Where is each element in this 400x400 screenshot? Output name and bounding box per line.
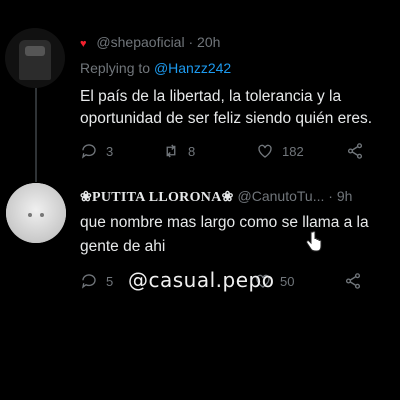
tweet-text-line: que nombre mas largo como se llama a la <box>80 214 369 231</box>
share-button[interactable] <box>344 272 362 290</box>
tweet-header: ♥ @shepaoficial · 20h <box>80 34 220 50</box>
watermark: @casual.pepo <box>128 268 275 292</box>
like-count: 50 <box>280 273 295 289</box>
separator: · <box>328 188 333 204</box>
reply-button[interactable]: 3 <box>80 142 128 160</box>
timestamp[interactable]: 9h <box>337 188 353 204</box>
avatar[interactable] <box>5 28 65 88</box>
retweet-icon <box>166 144 176 158</box>
tweet-text-line: oportunidad de ser feliz siendo quién er… <box>80 110 373 127</box>
timestamp[interactable]: 20h <box>197 34 220 50</box>
share-button[interactable] <box>346 142 364 160</box>
reply-button[interactable]: 5 <box>80 272 128 290</box>
share-icon <box>347 143 363 159</box>
retweet-button[interactable]: 8 <box>162 142 264 160</box>
user-handle[interactable]: @CanutoTu... <box>238 188 325 204</box>
retweet-count: 8 <box>188 143 196 159</box>
reply-icon <box>81 274 96 289</box>
hand-cursor-icon <box>306 230 322 252</box>
heart-icon: ♥ <box>80 38 87 50</box>
avatar-eye <box>28 213 32 217</box>
reply-count: 3 <box>106 143 114 159</box>
display-name[interactable]: ❀PUTITA LLORONA❀ <box>80 190 234 205</box>
replying-to: Replying to @Hanzz242 <box>80 60 231 76</box>
reply-icon <box>81 144 96 159</box>
separator: · <box>188 34 194 50</box>
avatar[interactable] <box>6 183 66 243</box>
avatar-face <box>6 183 66 243</box>
tweet-actions: 3 8 182 <box>80 142 364 160</box>
replying-label: Replying to <box>80 60 151 76</box>
share-icon <box>345 273 361 289</box>
like-button[interactable]: 182 <box>256 142 336 160</box>
like-icon <box>258 144 272 158</box>
tweet-text-line: gente de ahi <box>80 238 166 255</box>
mention-link[interactable]: @Hanzz242 <box>154 60 231 76</box>
like-count: 182 <box>282 143 304 159</box>
avatar-eye <box>40 213 44 217</box>
thread-connector <box>35 88 37 182</box>
avatar-figure <box>19 40 51 80</box>
tweet-header: ❀PUTITA LLORONA❀ @CanutoTu... · 9h <box>80 188 352 206</box>
tweet-text-line: El país de la libertad, la tolerancia y … <box>80 88 342 105</box>
reply-count: 5 <box>106 273 114 289</box>
user-handle[interactable]: @shepaoficial <box>96 34 184 50</box>
